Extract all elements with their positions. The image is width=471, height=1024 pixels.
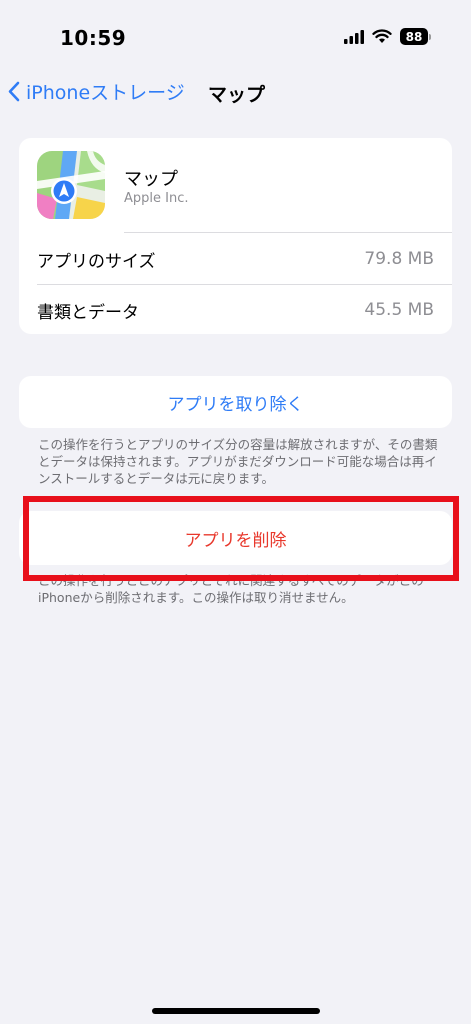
info-row-documents-data: 書類とデータ 45.5 MB — [37, 285, 434, 335]
offload-footnote: この操作を行うとアプリのサイズ分の容量は解放されますが、その書類とデータは保持さ… — [38, 437, 438, 486]
app-info-card: マップ Apple Inc. アプリのサイズ 79.8 MB 書類とデータ 45… — [19, 138, 452, 334]
status-time: 10:59 — [60, 26, 127, 50]
offload-app-button[interactable]: アプリを取り除く — [19, 376, 452, 428]
info-row-label: アプリのサイズ — [37, 251, 156, 272]
info-row-app-size: アプリのサイズ 79.8 MB — [37, 234, 434, 284]
back-button[interactable]: iPhoneストレージ — [8, 78, 185, 105]
status-bar: 10:59 88 — [0, 0, 471, 70]
home-indicator — [152, 1008, 320, 1014]
chevron-left-icon — [8, 81, 20, 102]
info-row-value: 79.8 MB — [364, 249, 434, 269]
navigation-bar: iPhoneストレージ マップ — [0, 72, 471, 112]
page-title: マップ — [208, 84, 266, 106]
back-button-label: iPhoneストレージ — [26, 82, 185, 104]
wifi-icon — [372, 29, 392, 43]
highlight-annotation-box — [23, 496, 459, 581]
maps-app-icon — [37, 151, 105, 219]
battery-level: 88 — [400, 28, 428, 45]
app-developer: Apple Inc. — [124, 191, 189, 206]
divider — [124, 232, 452, 233]
battery-icon: 88 — [400, 28, 431, 45]
cellular-signal-icon — [344, 29, 364, 44]
app-name: マップ — [124, 169, 178, 190]
info-row-label: 書類とデータ — [37, 302, 139, 323]
info-row-value: 45.5 MB — [364, 300, 434, 320]
status-icons: 88 — [344, 28, 431, 45]
